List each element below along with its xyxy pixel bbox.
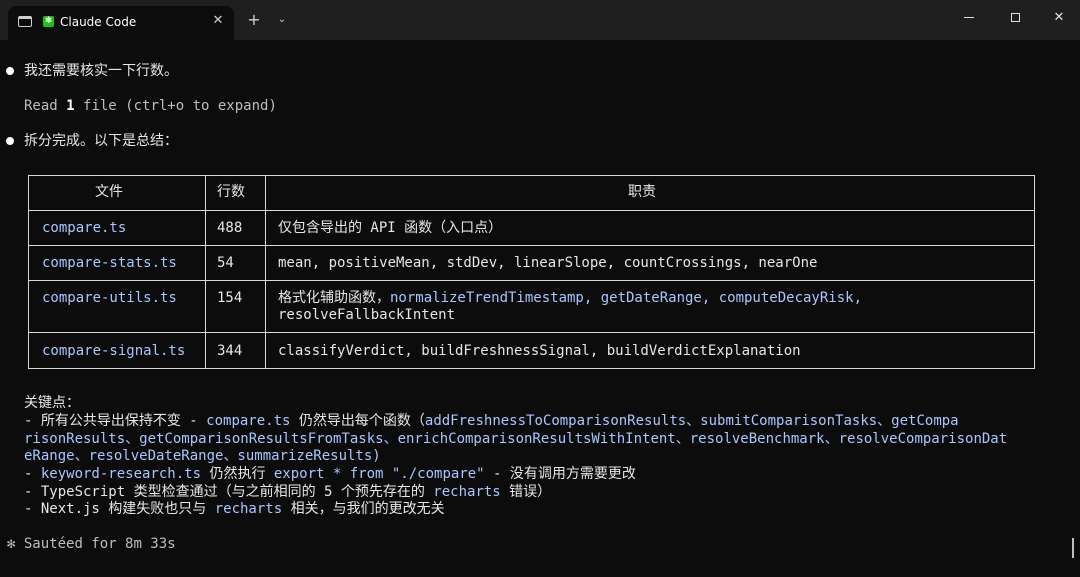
role-code: normalizeTrendTimestamp, getDateRange, c… <box>390 290 863 306</box>
terminal-icon <box>18 16 32 27</box>
message-text: 我还需要核实一下行数。 <box>24 63 178 79</box>
table-cell-lines: 54 <box>217 255 234 271</box>
table-divider <box>265 176 266 368</box>
keypoint-line-continued: eRange、resolveDateRange、summarizeResults… <box>24 448 381 464</box>
keypoint-text: - TypeScript 类型检查通过（与之前相同的 5 个预先存在的 <box>24 484 434 500</box>
maximize-icon <box>1010 13 1020 22</box>
close-window-button[interactable]: ✕ <box>1036 4 1080 32</box>
table-cell-role: 仅包含导出的 API 函数（入口点） <box>278 220 503 236</box>
table-header-role: 职责 <box>628 184 656 200</box>
table-cell-role: 格式化辅助函数，normalizeTrendTimestamp, getDate… <box>278 290 862 307</box>
read-count: 1 <box>66 98 75 114</box>
keypoint-code: recharts <box>214 501 283 517</box>
table-cell-file: compare-utils.ts <box>42 290 177 306</box>
keypoint-line: - 所有公共导出保持不变 - compare.ts 仍然导出每个函数（addFr… <box>24 412 959 430</box>
bullet-icon <box>6 67 14 75</box>
table-header-file: 文件 <box>95 184 123 200</box>
keypoint-code: addFreshnessToComparisonResults、submitCo… <box>424 413 959 429</box>
keypoint-code: export * from "./compare" <box>273 466 485 482</box>
tab-claude-code[interactable]: ✱ Claude Code ✕ <box>8 6 234 40</box>
table-divider <box>29 245 1034 246</box>
keypoint-text: - 没有调用方需要更改 <box>484 466 636 482</box>
title-bar: ✱ Claude Code ✕ + ⌄ ✕ <box>0 0 1080 40</box>
table-divider <box>29 332 1034 333</box>
close-tab-icon[interactable]: ✕ <box>210 12 226 30</box>
terminal-window: ✱ Claude Code ✕ + ⌄ ✕ 我还需要核实一下行数。 Read 1… <box>0 0 1080 577</box>
status-line: ✻ Sautéed for 8m 33s <box>7 535 176 553</box>
read-suffix: file (ctrl+o to expand) <box>74 98 277 114</box>
role-text: 格式化辅助函数， <box>278 290 390 306</box>
table-divider <box>29 210 1034 211</box>
minimize-button[interactable] <box>946 4 992 32</box>
keypoint-text: - <box>24 466 41 482</box>
new-tab-button[interactable]: + <box>245 10 263 30</box>
keypoint-text: - Next.js 构建失败也只与 <box>24 501 215 517</box>
keypoint-code: recharts <box>433 484 501 500</box>
summary-table: 文件 行数 职责 compare.ts 488 仅包含导出的 API 函数（入口… <box>28 175 1035 369</box>
keypoint-text: 仍然导出每个函数（ <box>290 413 425 429</box>
keypoint-line: - TypeScript 类型检查通过（与之前相同的 5 个预先存在的 rech… <box>24 483 551 501</box>
table-divider <box>29 280 1034 281</box>
table-cell-file: compare-stats.ts <box>42 255 177 271</box>
keypoint-line: - Next.js 构建失败也只与 recharts 相关，与我们的更改无关 <box>24 500 445 518</box>
table-cell-role: mean, positiveMean, stdDev, linearSlope,… <box>278 255 818 271</box>
tab-title: Claude Code <box>60 15 137 29</box>
keypoint-text: 仍然执行 <box>201 466 274 482</box>
table-cell-file: compare-signal.ts <box>42 343 186 359</box>
table-cell-lines: 344 <box>217 343 243 359</box>
chevron-down-icon[interactable]: ⌄ <box>275 10 289 30</box>
table-cell-lines: 488 <box>217 220 243 236</box>
minimize-icon <box>964 17 974 18</box>
keypoint-text: 相关，与我们的更改无关 <box>282 501 445 517</box>
scrollbar[interactable] <box>1072 538 1074 558</box>
table-header-lines: 行数 <box>217 184 245 200</box>
keypoint-line: - keyword-research.ts 仍然执行 export * from… <box>24 465 636 483</box>
table-cell-file: compare.ts <box>42 220 127 236</box>
table-cell-role: classifyVerdict, buildFreshnessSignal, b… <box>278 343 801 359</box>
keypoint-text: - 所有公共导出保持不变 - <box>24 413 207 429</box>
read-prefix: Read <box>24 98 67 114</box>
keypoints-title: 关键点： <box>24 395 80 411</box>
keypoint-text: 错误） <box>500 484 552 500</box>
claude-app-icon: ✱ <box>43 16 54 27</box>
table-cell-role-continued: resolveFallbackIntent <box>278 307 456 323</box>
maximize-button[interactable] <box>992 4 1038 32</box>
keypoint-line-continued: risonResults、getComparisonResultsFromTas… <box>24 431 1008 447</box>
bullet-icon <box>6 137 14 145</box>
status-text: Sautéed for 8m 33s <box>15 536 176 552</box>
keypoint-code: compare.ts <box>206 413 291 429</box>
table-divider <box>205 176 206 368</box>
table-cell-lines: 154 <box>217 290 243 306</box>
tool-output-line: Read 1 file (ctrl+o to expand) <box>24 97 277 115</box>
message-text: 拆分完成。以下是总结： <box>24 133 178 149</box>
keypoint-code: keyword-research.ts <box>40 466 202 482</box>
